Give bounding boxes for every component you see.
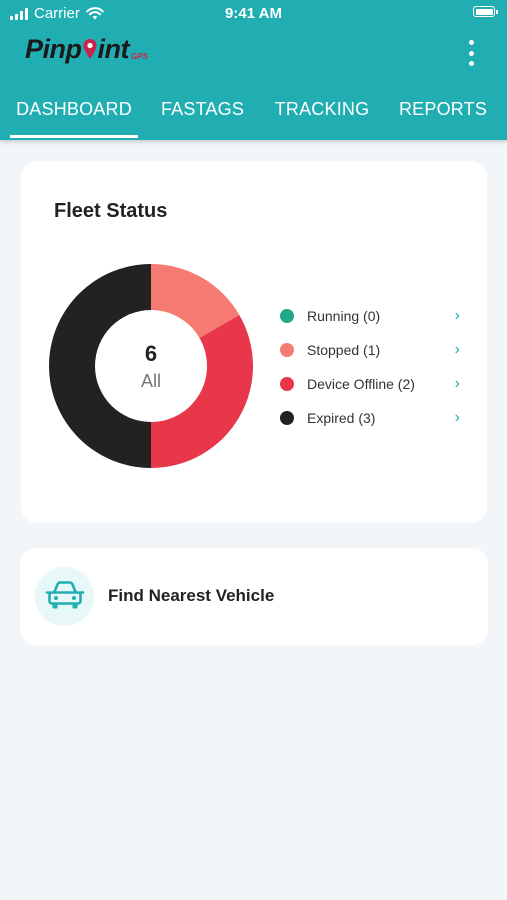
fleet-status-card: Fleet Status 6 All Running (0) › Stopped…: [21, 161, 487, 523]
car-icon-badge: [35, 567, 94, 626]
fleet-total-count: 6: [144, 341, 158, 366]
find-nearest-vehicle-label: Find Nearest Vehicle: [108, 586, 275, 605]
chevron-right-icon: ›: [454, 375, 460, 392]
battery-icon: [473, 6, 498, 17]
legend-item-running[interactable]: Running (0) ›: [280, 303, 460, 329]
app-header: Carrier 9:41 AM Pinp int GPS DASHBOARD F…: [0, 0, 507, 140]
status-dot-device-offline: [280, 377, 294, 391]
brand-suffix: GPS: [131, 51, 148, 61]
status-bar: Carrier 9:41 AM: [0, 0, 507, 28]
tab-tracking[interactable]: TRACKING: [268, 90, 376, 140]
chevron-right-icon: ›: [454, 307, 460, 324]
status-dot-stopped: [280, 343, 294, 357]
legend-label-device-offline: Device Offline (2): [307, 376, 415, 392]
tab-dashboard[interactable]: DASHBOARD: [10, 90, 138, 140]
chevron-right-icon: ›: [454, 341, 460, 358]
status-dot-expired: [280, 411, 294, 425]
legend-label-running: Running (0): [307, 308, 381, 324]
legend-label-stopped: Stopped (1): [307, 342, 381, 358]
status-dot-running: [280, 309, 294, 323]
legend-item-device-offline[interactable]: Device Offline (2) ›: [280, 371, 460, 397]
tab-reports[interactable]: REPORTS: [393, 90, 493, 140]
status-time: 9:41 AM: [225, 5, 282, 22]
chevron-right-icon: ›: [454, 409, 460, 426]
fleet-status-title: Fleet Status: [54, 200, 168, 222]
brand-logo: Pinp int GPS: [25, 28, 148, 70]
brand-name-part1: Pinp: [25, 33, 82, 64]
map-pin-icon: [83, 39, 96, 59]
tab-bar: DASHBOARD FASTAGS TRACKING REPORTS: [0, 90, 507, 140]
legend-item-stopped[interactable]: Stopped (1) ›: [280, 337, 460, 363]
brand-name-part2: int: [97, 33, 130, 64]
find-nearest-vehicle-card[interactable]: Find Nearest Vehicle: [20, 548, 488, 645]
fleet-total-label: All: [140, 371, 161, 391]
legend-item-expired[interactable]: Expired (3) ›: [280, 405, 460, 431]
tab-fastags[interactable]: FASTAGS: [155, 90, 250, 140]
car-icon: [45, 581, 85, 609]
more-options-icon[interactable]: [463, 40, 479, 66]
legend-label-expired: Expired (3): [307, 410, 376, 426]
